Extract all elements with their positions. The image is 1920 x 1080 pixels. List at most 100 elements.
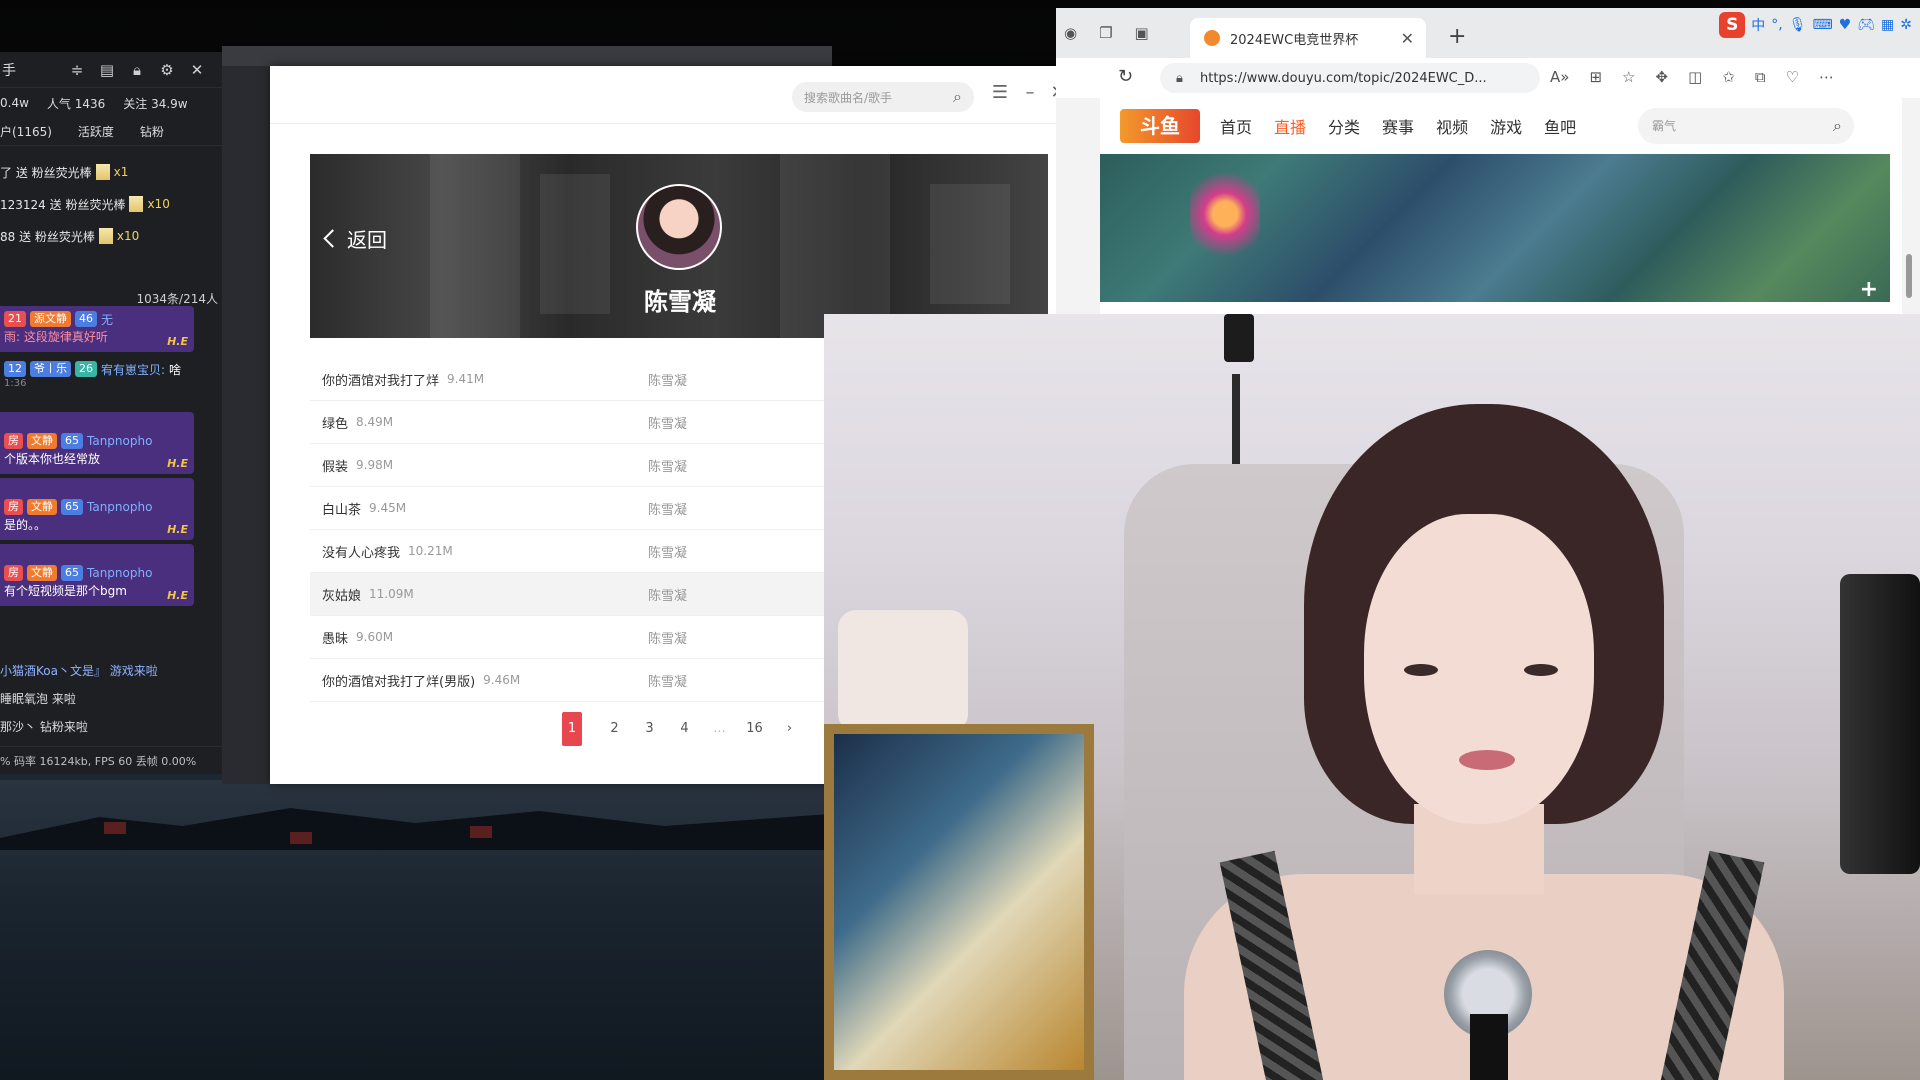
he-tag: H.E [167, 457, 188, 470]
search-icon[interactable]: ⌕ [953, 87, 962, 107]
nav-category[interactable]: 分类 [1328, 114, 1360, 138]
back-button[interactable]: 返回 [320, 224, 387, 253]
close-tab-icon[interactable]: ✕ [1401, 29, 1414, 48]
sogou-logo-icon[interactable]: S [1719, 12, 1746, 38]
stat-followers: 关注 34.9w [123, 96, 188, 111]
reload-icon[interactable]: ↻ [1118, 66, 1133, 87]
tab-activity[interactable]: 活跃度 [78, 123, 114, 140]
gift-line: 88 送 粉丝荧光棒 x10 [0, 220, 222, 252]
user-name[interactable]: Tanpnopho [87, 500, 152, 514]
page-4-button[interactable]: 4 [667, 712, 702, 746]
artist-name: 陈雪凝 [644, 288, 716, 316]
glowstick-icon [95, 164, 110, 180]
nav-games[interactable]: 游戏 [1490, 114, 1522, 138]
punctuation-icon[interactable]: °, [1771, 17, 1782, 33]
song-row[interactable]: 愚昧 9.60M 陈雪凝 [310, 616, 910, 659]
song-size: 9.46M [483, 673, 521, 687]
song-row[interactable]: 假装 9.98M 陈雪凝 [310, 444, 910, 487]
collections-icon[interactable]: ❐ [1099, 24, 1112, 42]
song-title: 绿色 [322, 416, 349, 432]
pagination: 1 2 3 4 ... 16 › [562, 712, 807, 746]
chevron-right-icon[interactable]: › [772, 712, 807, 746]
tab-diamond-fans[interactable]: 钻粉 [140, 123, 164, 140]
lock-icon[interactable]: 🔒︎ [122, 61, 152, 79]
nav-events[interactable]: 赛事 [1382, 114, 1414, 138]
he-tag: H.E [167, 523, 188, 536]
page-1-button[interactable]: 1 [562, 712, 582, 746]
song-row[interactable]: 绿色 8.49M 陈雪凝 [310, 401, 910, 444]
app-available-icon[interactable]: ⊞ [1589, 68, 1602, 86]
tissue-box [838, 610, 968, 732]
microphone-icon[interactable]: 🎙︎ [1789, 17, 1807, 33]
scrollbar-thumb[interactable] [1906, 254, 1912, 298]
song-row[interactable]: 你的酒馆对我打了烊(男版) 9.46M 陈雪凝 [310, 659, 910, 702]
ime-lang[interactable]: 中 [1751, 15, 1765, 35]
skin-icon[interactable]: ♥ [1839, 17, 1852, 33]
new-tab-icon[interactable]: + [1448, 24, 1466, 49]
chevron-left-icon [323, 229, 342, 248]
chat-online-count: 1034条/214人 [136, 292, 219, 306]
apps-icon[interactable]: ▦ [1881, 17, 1894, 33]
rank-badge: 65 [61, 433, 83, 449]
page-16-button[interactable]: 16 [737, 712, 772, 746]
song-search-input[interactable]: 搜索歌曲名/歌手 ⌕ [792, 82, 974, 112]
site-search-input[interactable]: 霸气 ⌕ [1638, 108, 1854, 144]
chat-stats: 0.4w 人气 1436 关注 34.9w [0, 88, 222, 118]
stat-popularity: 人气 1436 [46, 96, 106, 111]
nav-video[interactable]: 视频 [1436, 114, 1468, 138]
tab-actions-icon[interactable]: ▣ [1135, 24, 1149, 42]
gift-count: x10 [116, 229, 140, 243]
filter-icon[interactable]: ≑ [62, 61, 92, 79]
favorite-star-icon[interactable]: ☆ [1622, 68, 1635, 86]
douyu-logo[interactable]: 斗鱼 [1120, 109, 1200, 143]
stream-video-preview[interactable]: + [1100, 154, 1890, 302]
more-menu-icon[interactable]: ⋯ [1819, 68, 1834, 86]
timestamp: 1:36 [4, 378, 27, 389]
song-row[interactable]: 白山茶 9.45M 陈雪凝 [310, 487, 910, 530]
user-name[interactable]: 无 [101, 311, 113, 328]
browser-tab-active[interactable]: 2024EWC电竞世界杯 ✕ [1190, 18, 1426, 58]
fan-badge: 源文静 [30, 311, 71, 327]
menu-icon[interactable]: ☰ [988, 82, 1012, 103]
settings-icon[interactable]: ⚙ [152, 61, 182, 79]
search-icon[interactable]: ⌕ [1833, 108, 1842, 144]
song-artist: 陈雪凝 [648, 459, 688, 475]
collections-icon[interactable]: ⧉ [1755, 68, 1766, 86]
profile-icon[interactable]: ◉ [1064, 24, 1077, 42]
nav-live[interactable]: 直播 [1274, 114, 1306, 138]
fan-badge: 文静 [27, 433, 57, 449]
join-line: 小猫酒Koa丶文是』 游戏来啦 [0, 664, 158, 678]
user-name[interactable]: Tanpnopho [87, 434, 152, 448]
browser-essentials-icon[interactable]: ♡ [1786, 68, 1799, 86]
gamepad-icon[interactable]: 🎮︎ [1857, 17, 1875, 33]
add-icon[interactable]: + [1860, 277, 1878, 302]
user-name[interactable]: Tanpnopho [87, 566, 152, 580]
tab-users[interactable]: 户(1165) [0, 123, 52, 140]
browser-window: ◉ ❐ ▣ 2024EWC电竞世界杯 ✕ + S 中 °, 🎙︎ ⌨ ♥ 🎮︎ … [1056, 8, 1920, 314]
song-row[interactable]: 没有人心疼我 10.21M 陈雪凝 [310, 530, 910, 573]
page-3-button[interactable]: 3 [632, 712, 667, 746]
list-icon[interactable]: ▤ [92, 61, 122, 79]
wallpaper-house [470, 826, 492, 838]
painting [824, 724, 1094, 1080]
page-scrollbar[interactable] [1906, 104, 1914, 304]
user-name[interactable]: 宥有崽宝贝: [101, 361, 165, 378]
song-row[interactable]: 你的酒馆对我打了烊 9.41M 陈雪凝 [310, 358, 910, 401]
address-bar[interactable]: 🔒︎ https://www.douyu.com/topic/2024EWC_D… [1160, 63, 1540, 93]
favorites-icon[interactable]: ✩ [1722, 68, 1735, 86]
nav-home[interactable]: 首页 [1220, 114, 1252, 138]
live-chat-panel: 手 ≑ ▤ 🔒︎ ⚙ ✕ 0.4w 人气 1436 关注 34.9w 户(116… [0, 52, 222, 774]
read-aloud-icon[interactable]: A» [1550, 68, 1569, 86]
extensions-icon[interactable]: ✥ [1655, 68, 1668, 86]
keyboard-icon[interactable]: ⌨ [1812, 17, 1832, 33]
room-badge: 房 [4, 499, 23, 515]
minimize-icon[interactable]: – [1018, 82, 1042, 103]
close-icon[interactable]: ✕ [182, 61, 212, 79]
page-2-button[interactable]: 2 [597, 712, 632, 746]
song-row-hovered[interactable]: 灰姑娘 11.09M 陈雪凝 [310, 573, 910, 616]
ime-settings-icon[interactable]: ✲ [1900, 17, 1912, 33]
message-text: 有个短视频是那个bgm [4, 584, 127, 598]
split-screen-icon[interactable]: ◫ [1688, 68, 1702, 86]
nav-fishbar[interactable]: 鱼吧 [1544, 114, 1576, 138]
artist-banner: 返回 陈雪凝 [310, 154, 1048, 338]
